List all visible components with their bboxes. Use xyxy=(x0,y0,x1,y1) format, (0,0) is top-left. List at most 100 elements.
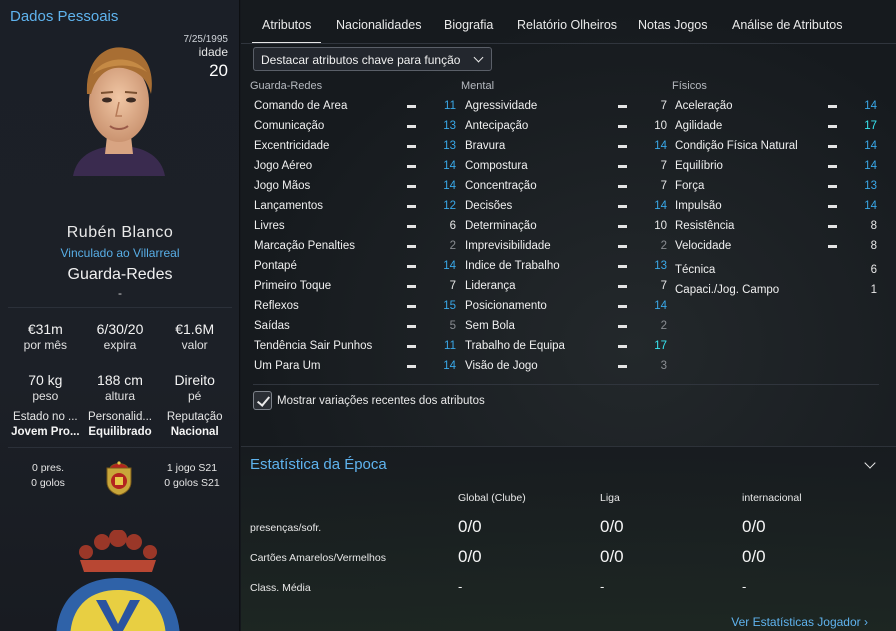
federation-badge-icon[interactable] xyxy=(104,460,134,496)
attribute-row[interactable]: Determinação 10 xyxy=(465,216,667,236)
attribute-row[interactable]: Saídas 5 xyxy=(254,316,456,336)
highlight-role-dropdown[interactable]: Destacar atributos chave para função xyxy=(253,47,492,71)
attribute-name: Trabalho de Equipa xyxy=(465,340,565,352)
attribute-row[interactable]: Excentricidade 13 xyxy=(254,136,456,156)
attribute-row[interactable]: Primeiro Toque 7 xyxy=(254,276,456,296)
height-value: 188 cm xyxy=(97,372,143,388)
show-attribute-changes-label[interactable]: Mostrar variações recentes dos atributos xyxy=(277,395,485,407)
attribute-row[interactable]: Índice de Trabalho 13 xyxy=(465,256,667,276)
attribute-row[interactable]: Força 13 xyxy=(675,176,877,196)
attribute-row[interactable]: Agressividade 7 xyxy=(465,96,667,116)
status-stat: Estado no ... Jovem Pro... xyxy=(8,411,83,438)
attribute-trend-icon xyxy=(407,364,416,368)
tab-nacionalidades[interactable]: Nacionalidades xyxy=(336,18,421,32)
foot-value: Direito xyxy=(174,372,215,388)
attribute-row[interactable]: Resistência 8 xyxy=(675,216,877,236)
attribute-row[interactable]: Sem Bola 2 xyxy=(465,316,667,336)
u21-apps: 1 jogo S21 xyxy=(166,462,218,474)
attribute-value: 5 xyxy=(449,320,456,332)
attribute-row[interactable]: Lançamentos 12 xyxy=(254,196,456,216)
player-position-secondary: - xyxy=(118,286,122,300)
attribute-trend-icon xyxy=(618,224,627,228)
attribute-row[interactable]: Comunicação 13 xyxy=(254,116,456,136)
divider xyxy=(253,384,879,385)
attribute-name: Lançamentos xyxy=(254,200,324,212)
attribute-row[interactable]: Bravura 14 xyxy=(465,136,667,156)
personality-value: Equilibrado xyxy=(88,426,152,438)
show-attribute-changes-checkbox[interactable] xyxy=(253,391,272,410)
intl-goals: 0 golos xyxy=(31,477,65,489)
tab-analise-atributos[interactable]: Análise de Atributos xyxy=(732,18,843,32)
attribute-row[interactable]: Pontapé 14 xyxy=(254,256,456,276)
season-value: 0/0 xyxy=(742,517,766,536)
attribute-trend-icon xyxy=(407,224,416,228)
attribute-row[interactable]: Equilíbrio 14 xyxy=(675,156,877,176)
attribute-value: 7 xyxy=(449,280,456,292)
view-player-stats-link[interactable]: Ver Estatísticas Jogador › xyxy=(731,615,868,629)
attribute-row[interactable]: Concentração 7 xyxy=(465,176,667,196)
attribute-row[interactable]: Comando de Área 11 xyxy=(254,96,456,116)
attribute-row[interactable]: Imprevisibilidade 2 xyxy=(465,236,667,256)
attribute-name: Bravura xyxy=(465,140,506,152)
attribute-name: Um Para Um xyxy=(254,360,321,372)
attribute-row[interactable]: Decisões 14 xyxy=(465,196,667,216)
attribute-name: Velocidade xyxy=(675,240,732,252)
attribute-row[interactable]: Agilidade 17 xyxy=(675,116,877,136)
attribute-row[interactable]: Antecipação 10 xyxy=(465,116,667,136)
attribute-value: 14 xyxy=(443,160,456,172)
season-header-league: Liga xyxy=(600,492,620,504)
attribute-row[interactable]: Técnica 6 xyxy=(675,260,877,280)
attribute-trend-icon xyxy=(618,264,627,268)
club-crest-icon[interactable] xyxy=(46,530,186,631)
weight-value: 70 kg xyxy=(28,372,63,388)
attribute-value: 17 xyxy=(864,120,877,132)
attribute-row[interactable]: Impulsão 14 xyxy=(675,196,877,216)
attribute-row[interactable]: Compostura 7 xyxy=(465,156,667,176)
attribute-value: 14 xyxy=(654,300,667,312)
attribute-row[interactable]: Liderança 7 xyxy=(465,276,667,296)
attribute-row[interactable]: Jogo Aéreo 14 xyxy=(254,156,456,176)
physical-column-header: Físicos xyxy=(672,80,707,92)
attribute-name: Capaci./Jog. Campo xyxy=(675,284,780,296)
attribute-trend-icon xyxy=(618,344,627,348)
attribute-trend-icon xyxy=(407,204,416,208)
attribute-trend-icon xyxy=(407,324,416,328)
attribute-row[interactable]: Livres 6 xyxy=(254,216,456,236)
season-value: 0/0 xyxy=(600,517,624,536)
attribute-row[interactable]: Velocidade 8 xyxy=(675,236,877,256)
attribute-row[interactable]: Reflexos 15 xyxy=(254,296,456,316)
attribute-trend-icon xyxy=(407,104,416,108)
season-value: - xyxy=(742,579,747,594)
tab-notas-jogos[interactable]: Notas Jogos xyxy=(638,18,707,32)
collapse-chevron-icon[interactable] xyxy=(864,457,876,469)
attribute-row[interactable]: Capaci./Jog. Campo 1 xyxy=(675,280,877,300)
attribute-row[interactable]: Visão de Jogo 3 xyxy=(465,356,667,376)
date-of-birth: 7/25/1995 xyxy=(183,34,229,45)
attribute-trend-icon xyxy=(407,264,416,268)
tab-biografia[interactable]: Biografia xyxy=(444,18,493,32)
season-value: - xyxy=(458,579,463,594)
player-club-link[interactable]: Vinculado ao Villarreal xyxy=(0,246,239,260)
attribute-trend-icon xyxy=(618,124,627,128)
attribute-value: 13 xyxy=(443,140,456,152)
tab-relatorio-olheiros[interactable]: Relatório Olheiros xyxy=(517,18,617,32)
season-header-global: Global (Clube) xyxy=(458,492,526,504)
attribute-row[interactable]: Tendência Sair Punhos 11 xyxy=(254,336,456,356)
attribute-value: 10 xyxy=(654,120,667,132)
attribute-row[interactable]: Jogo Mãos 14 xyxy=(254,176,456,196)
expiry-label: expira xyxy=(103,338,137,352)
reputation-stat: Reputação Nacional xyxy=(157,411,232,438)
attribute-name: Índice de Trabalho xyxy=(465,260,560,272)
attribute-row[interactable]: Um Para Um 14 xyxy=(254,356,456,376)
tab-atributos[interactable]: Atributos xyxy=(251,18,322,44)
height-label: altura xyxy=(104,389,136,403)
attribute-name: Força xyxy=(675,180,705,192)
attribute-name: Posicionamento xyxy=(465,300,547,312)
attribute-row[interactable]: Marcação Penalties 2 xyxy=(254,236,456,256)
contract-stats: €31m por mês 6/30/20 expira €1.6M valor xyxy=(8,321,232,352)
market-value-label: valor xyxy=(181,338,208,352)
attribute-row[interactable]: Trabalho de Equipa 17 xyxy=(465,336,667,356)
attribute-row[interactable]: Aceleração 14 xyxy=(675,96,877,116)
attribute-row[interactable]: Condição Física Natural 14 xyxy=(675,136,877,156)
attribute-row[interactable]: Posicionamento 14 xyxy=(465,296,667,316)
